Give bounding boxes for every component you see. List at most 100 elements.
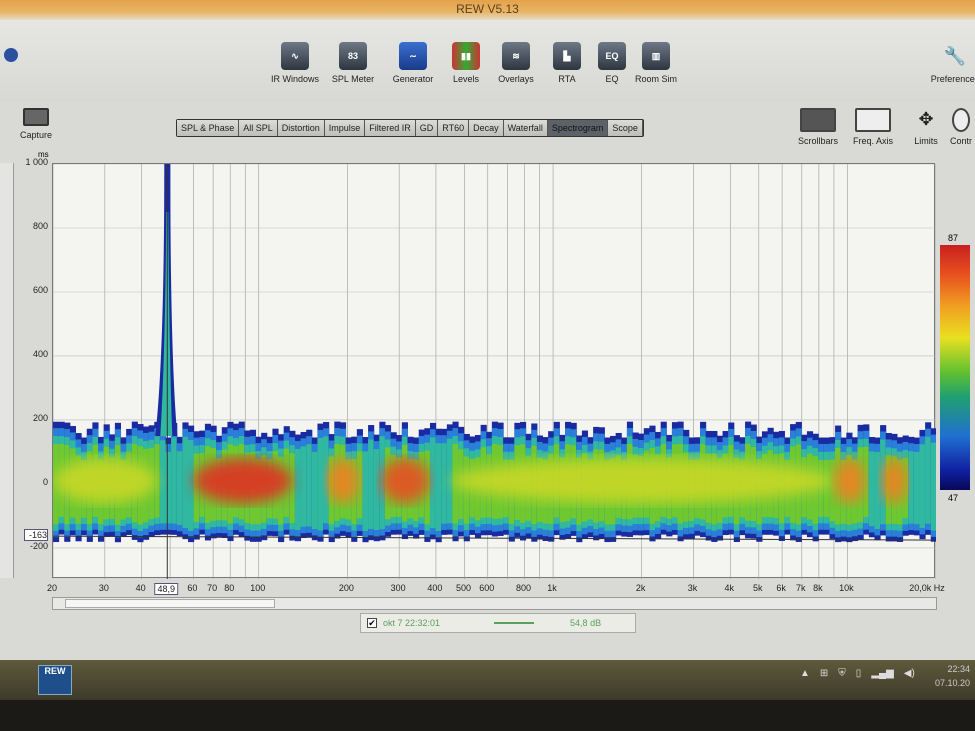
tab-impulse[interactable]: Impulse — [324, 120, 366, 136]
limits-arrows-icon: ✥ — [918, 109, 934, 129]
band-inner — [908, 451, 915, 524]
y-tick-label: 800 — [32, 220, 48, 231]
x-tick-label: 1k — [547, 583, 557, 593]
hotspot — [380, 458, 430, 504]
x-tick-label: 40 — [135, 583, 146, 593]
x-tick-label: 800 — [516, 583, 532, 593]
band-inner — [868, 451, 875, 527]
legend-line — [494, 622, 535, 624]
x-tick-label: 6k — [776, 583, 786, 593]
title-bar: REW V5.13 — [0, 0, 975, 20]
shield-icon[interactable]: ⛨ — [838, 668, 846, 679]
measurement-name: okt 7 22:32:01 — [383, 618, 441, 628]
freq-axis-icon — [855, 108, 891, 132]
band-inner — [930, 442, 936, 531]
spectrogram-svg — [53, 164, 936, 579]
overlays-icon: ≋ — [502, 42, 530, 70]
toolbar: ∿ IR Windows 83 SPL Meter ∼ Generator ▮▮ Lev… — [0, 20, 975, 102]
limits-button[interactable]: ✥ Limits — [908, 108, 944, 146]
band-inner — [188, 440, 195, 531]
tab-scope[interactable]: Scope — [608, 120, 643, 136]
band-inner — [373, 449, 380, 530]
spectrogram-plot[interactable] — [52, 163, 936, 579]
band-inner — [311, 451, 318, 530]
room-sim-icon: ▥ — [642, 42, 670, 70]
tab-filtered-ir[interactable]: Filtered IR — [365, 120, 416, 136]
tab-spectrogram[interactable]: Spectrogram — [547, 120, 609, 136]
tab-decay[interactable]: Decay — [469, 120, 504, 136]
band-inner — [176, 451, 183, 525]
color-scale-bar: 87 47 — [940, 233, 970, 503]
band-inner — [368, 439, 375, 529]
band-inner — [306, 444, 313, 527]
back-icon[interactable] — [4, 48, 18, 62]
x-tick-label: 70 — [207, 583, 218, 593]
generator-button[interactable]: ∼ Generator — [383, 42, 443, 84]
horizontal-scrollbar[interactable] — [52, 597, 937, 610]
freq-axis-button[interactable]: Freq. Axis — [853, 108, 893, 146]
band-core — [829, 459, 836, 522]
measurement-checkbox[interactable]: ✔ — [367, 618, 377, 628]
tab-all-spl[interactable]: All SPL — [239, 120, 278, 136]
hotspot — [450, 458, 834, 504]
graph-tabs: SPL & Phase All SPL Distortion Impulse F… — [176, 119, 644, 137]
x-tick-label: 600 — [479, 583, 495, 593]
band-inner — [429, 437, 437, 529]
band-inner — [874, 451, 881, 529]
room-sim-button[interactable]: ▥ Room Sim — [626, 42, 686, 84]
band-core — [289, 453, 296, 523]
cursor-freq-label: 48,9 — [154, 583, 179, 595]
tab-waterfall[interactable]: Waterfall — [503, 120, 548, 136]
band-inner — [294, 448, 302, 531]
system-tray: ▲ ⊞ ⛨ ▯ ▂▄▆ ◀) — [800, 668, 915, 679]
band-inner — [317, 437, 324, 531]
x-tick-label: 20 — [46, 583, 58, 593]
show-hidden-icon[interactable]: ▲ — [800, 668, 810, 679]
tab-spl-phase[interactable]: SPL & Phase — [177, 120, 240, 136]
windows-icon[interactable]: ⊞ — [820, 668, 828, 679]
band-inner — [362, 451, 369, 531]
signal-icon[interactable]: ▂▄▆ — [871, 668, 893, 679]
x-tick-label: 100 — [250, 583, 266, 593]
preferences-button[interactable]: 🔧 Preferences — [925, 42, 975, 84]
x-tick-label: 2k — [635, 583, 646, 593]
y-tick-label: -200 — [29, 540, 48, 551]
x-tick-label: 80 — [224, 583, 235, 593]
band-inner — [913, 451, 920, 525]
clock[interactable]: 22:34 07.10.20 — [935, 662, 970, 690]
levels-icon: ▮▮ — [452, 42, 480, 70]
x-tick-label: 8k — [813, 583, 823, 593]
band-inner — [919, 444, 926, 528]
x-tick-label: 200 — [338, 583, 354, 593]
scroll-thumb[interactable] — [65, 599, 275, 608]
controls-button[interactable]: Contr — [950, 108, 972, 146]
hotspot — [880, 458, 908, 504]
capture-button[interactable]: Capture — [20, 108, 52, 140]
tab-gd[interactable]: GD — [415, 120, 439, 136]
y-tick-label: 0 — [42, 476, 48, 487]
band-inner — [171, 437, 178, 524]
ir-windows-icon: ∿ — [281, 42, 309, 70]
tab-distortion[interactable]: Distortion — [277, 120, 325, 136]
taskbar — [0, 660, 975, 700]
rew-taskbar-button[interactable]: REW — [38, 665, 72, 695]
x-tick-label: 4k — [724, 583, 735, 593]
color-scale-max: 87 — [948, 233, 959, 243]
scrollbars-icon — [800, 108, 836, 132]
y-tick-label: 200 — [32, 412, 48, 423]
x-tick-label: 300 — [390, 583, 406, 593]
scrollbars-button[interactable]: Scrollbars — [798, 108, 838, 146]
ir-windows-button[interactable]: ∿ IR Windows — [265, 42, 325, 84]
x-tick-label: 60 — [187, 583, 198, 593]
band-inner — [441, 443, 448, 524]
x-tick-label: 7k — [796, 583, 806, 593]
tab-rt60[interactable]: RT60 — [438, 120, 470, 136]
measurement-level: 54,8 dB — [570, 618, 602, 628]
band-inner — [159, 440, 167, 524]
battery-icon[interactable]: ▯ — [856, 668, 862, 679]
y-tick-label: 600 — [32, 284, 48, 295]
volume-icon[interactable]: ◀) — [904, 668, 915, 679]
spl-meter-button[interactable]: 83 SPL Meter — [323, 42, 383, 84]
eq-icon: EQ — [598, 42, 626, 70]
x-tick-label: 500 — [455, 583, 471, 593]
